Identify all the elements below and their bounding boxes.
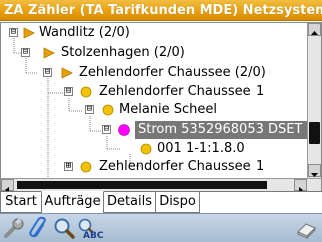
tree-node-zehlendorfer-chaussee-1[interactable]: ⊟ Zehlendorfer Chaussee 1 [1,82,301,102]
yellow-circle-icon [80,161,92,173]
tree-node-label: 001 1-1:1.8.0 [157,141,245,156]
expand-toggle[interactable]: ⊞ [64,162,73,171]
vertical-scroll-thumb[interactable] [309,122,320,144]
attach-button[interactable] [27,216,51,240]
horizontal-scroll-thumb[interactable] [17,181,267,189]
collapse-toggle[interactable]: ⊟ [102,125,111,134]
wrench-button[interactable] [2,216,26,240]
horizontal-scrollbar[interactable] [0,178,322,193]
eraser-icon [297,223,316,240]
collapse-toggle[interactable]: ⊟ [21,48,30,57]
search-button[interactable] [52,216,76,240]
magnifier-icon [54,218,75,239]
yellow-circle-icon [140,143,152,155]
tree-node-label: Zehlendorfer Chaussee [99,159,251,174]
scroll-down-button[interactable] [308,164,321,177]
tree-node-label: Zehlendorfer Chaussee [99,84,251,99]
tab-label: Aufträge [44,194,101,209]
tree-node-count: 1 [256,159,265,174]
tree-node-label: Strom 5352968053 DSET o.L [135,121,307,139]
tab-details[interactable]: Details [103,192,156,213]
tab-dispo[interactable]: Dispo [155,192,200,213]
tree-node-stolzenhagen[interactable]: ⊟ Stolzenhagen (2/0) [1,43,201,63]
tab-start[interactable]: Start [0,192,42,213]
magenta-square-icon [118,124,130,136]
tree-node-zehlendorfer-chaussee-street[interactable]: ⊟ Zehlendorfer Chaussee (2/0) [1,63,301,83]
collapse-toggle[interactable]: ⊟ [9,28,18,37]
scroll-up-button[interactable] [308,23,321,36]
spellcheck-abc-icon: ABC [78,218,104,241]
tree-node-label: Zehlendorfer Chaussee (2/0) [79,65,266,80]
triangle-icon [43,47,55,59]
eraser-button[interactable] [294,216,318,240]
tree-content: ⊟ Wandlitz (2/0) ⊟ Stolzenhagen (2/0) ⊟ … [1,23,307,178]
tree-node-count: 1 [256,84,265,99]
arrow-up-icon [311,31,318,35]
tree-node-label: Wandlitz (2/0) [39,25,130,40]
tree-view[interactable]: ⊟ Wandlitz (2/0) ⊟ Stolzenhagen (2/0) ⊟ … [0,22,322,179]
window-title-bar: ZA Zähler (TA Tarifkunden MDE) Netzsyste… [0,0,322,21]
tab-label: Details [106,194,153,209]
wrench-icon [4,218,24,238]
tree-node-zehlendorfer-chaussee-2[interactable]: ⊞ Zehlendorfer Chaussee 1 [1,157,301,177]
tree-node-strom-meter[interactable]: ⊟ Strom 5352968053 DSET o.L [1,120,307,140]
yellow-circle-icon [80,86,92,98]
tree-node-label: Melanie Scheel [119,102,218,117]
collapse-toggle[interactable]: ⊟ [64,87,73,96]
collapse-toggle[interactable]: ⊟ [43,68,52,77]
tab-label: Start [5,194,37,209]
tab-strip: Start Aufträge Details Dispo [0,191,322,213]
collapse-toggle[interactable]: ⊟ [85,105,94,114]
tree-node-label: Stolzenhagen (2/0) [61,45,185,60]
spellcheck-button[interactable]: ABC [77,216,104,241]
abc-text: ABC [83,231,103,240]
paperclip-icon [29,216,46,238]
triangle-icon [61,67,73,79]
tab-auftraege[interactable]: Aufträge [41,191,104,213]
yellow-circle-icon [102,104,114,116]
tree-node-melanie-scheel[interactable]: ⊟ Melanie Scheel [1,100,251,120]
scroll-right-button[interactable] [294,179,307,193]
window-title: ZA Zähler (TA Tarifkunden MDE) Netzsyste… [4,3,322,18]
vertical-scrollbar[interactable] [307,23,321,178]
tree-node-wandlitz[interactable]: ⊟ Wandlitz (2/0) [1,23,201,43]
triangle-icon [23,27,35,39]
scroll-left-button[interactable] [1,179,14,193]
bottom-toolbar: ABC [0,213,322,242]
tab-label: Dispo [159,194,196,209]
tree-node-register[interactable]: 001 1-1:1.8.0 [1,139,251,159]
